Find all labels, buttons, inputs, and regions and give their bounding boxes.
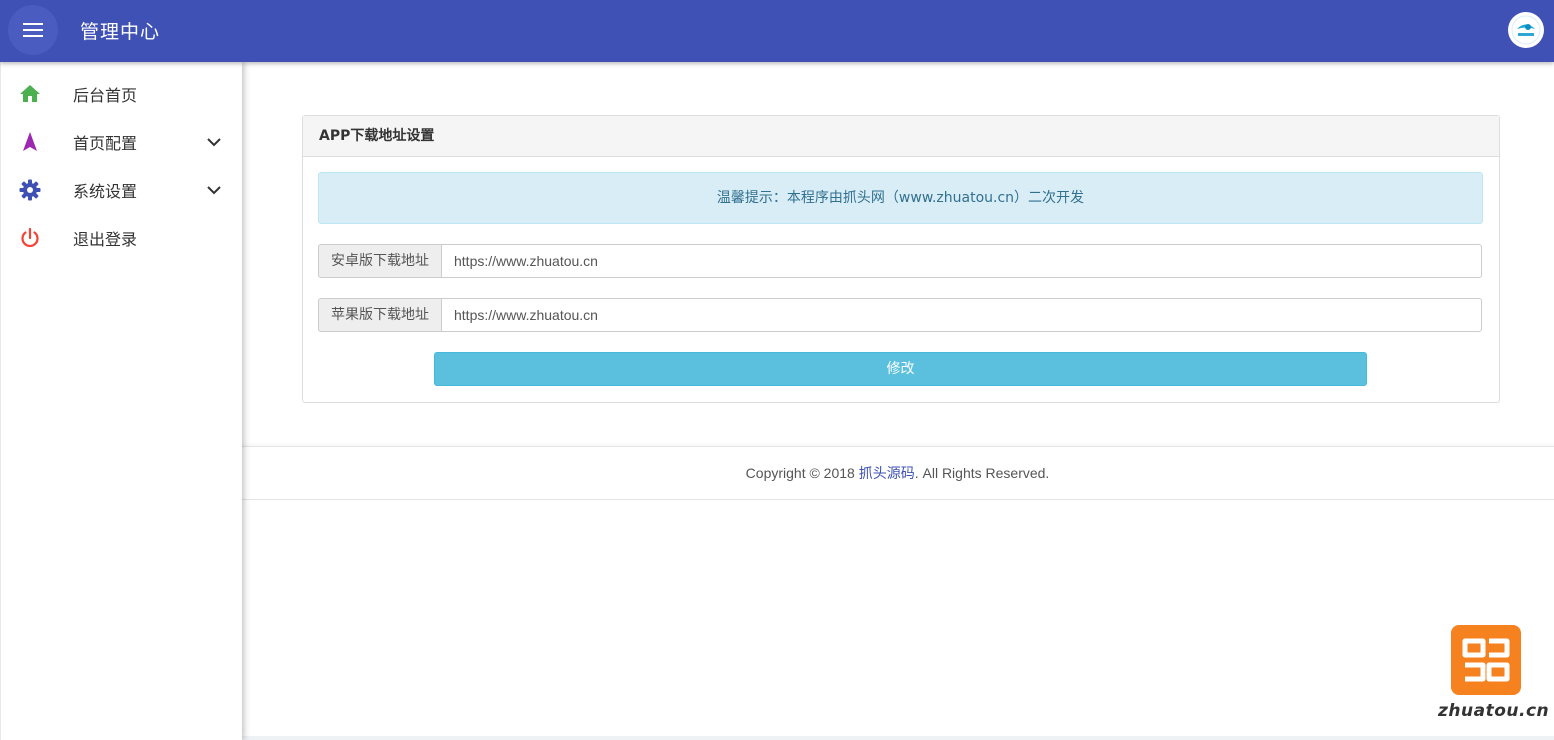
gear-icon [19, 179, 41, 201]
ios-url-label: 苹果版下载地址 [318, 298, 441, 332]
sidebar-item-dashboard[interactable]: 后台首页 [1, 70, 242, 118]
watermark-logo-icon [1462, 638, 1510, 682]
user-avatar[interactable] [1508, 12, 1544, 48]
sidebar-item-label: 后台首页 [73, 86, 138, 105]
submit-button[interactable]: 修改 [434, 352, 1367, 386]
sidebar-item-label: 首页配置 [73, 134, 138, 153]
chevron-down-icon[interactable] [204, 132, 224, 152]
sidebar-item-system-settings[interactable]: 系统设置 [1, 166, 242, 214]
ios-url-input[interactable] [441, 298, 1482, 332]
home-icon [20, 85, 40, 102]
sidebar: 后台首页 首页配置 系统设置 退出登录 [0, 62, 242, 740]
hamburger-menu-button[interactable] [8, 5, 58, 55]
watermark-text: zhuatou.cn [1438, 701, 1550, 721]
navigation-arrow-icon [23, 132, 37, 151]
app-title: 管理中心 [80, 21, 161, 43]
android-url-field: 安卓版下载地址 [318, 244, 1482, 278]
info-alert: 温馨提示：本程序由抓头网（www.zhuatou.cn）二次开发 [318, 172, 1483, 224]
sidebar-item-logout[interactable]: 退出登录 [1, 214, 242, 262]
power-icon [21, 227, 39, 248]
footer: Copyright © 2018 抓头源码. All Rights Reserv… [241, 446, 1554, 500]
panel-title: APP下载地址设置 [303, 116, 1499, 157]
app-download-settings-panel: APP下载地址设置 温馨提示：本程序由抓头网（www.zhuatou.cn）二次… [302, 115, 1500, 403]
chevron-down-icon[interactable] [204, 180, 224, 200]
ios-url-field: 苹果版下载地址 [318, 298, 1482, 332]
brand-logo-avatar-icon [1511, 15, 1541, 45]
sidebar-item-label: 退出登录 [73, 230, 138, 249]
android-url-input[interactable] [441, 244, 1482, 278]
hamburger-menu-icon [23, 23, 43, 37]
top-app-bar: 管理中心 [0, 0, 1554, 62]
watermark-logo [1451, 625, 1521, 695]
copyright-text: Copyright © 2018 [745, 465, 859, 481]
android-url-label: 安卓版下载地址 [318, 244, 441, 278]
sidebar-item-label: 系统设置 [73, 182, 138, 201]
footer-link[interactable]: 抓头源码 [859, 465, 915, 481]
sidebar-item-homepage-config[interactable]: 首页配置 [1, 118, 242, 166]
copyright-suffix: . All Rights Reserved. [914, 465, 1050, 481]
